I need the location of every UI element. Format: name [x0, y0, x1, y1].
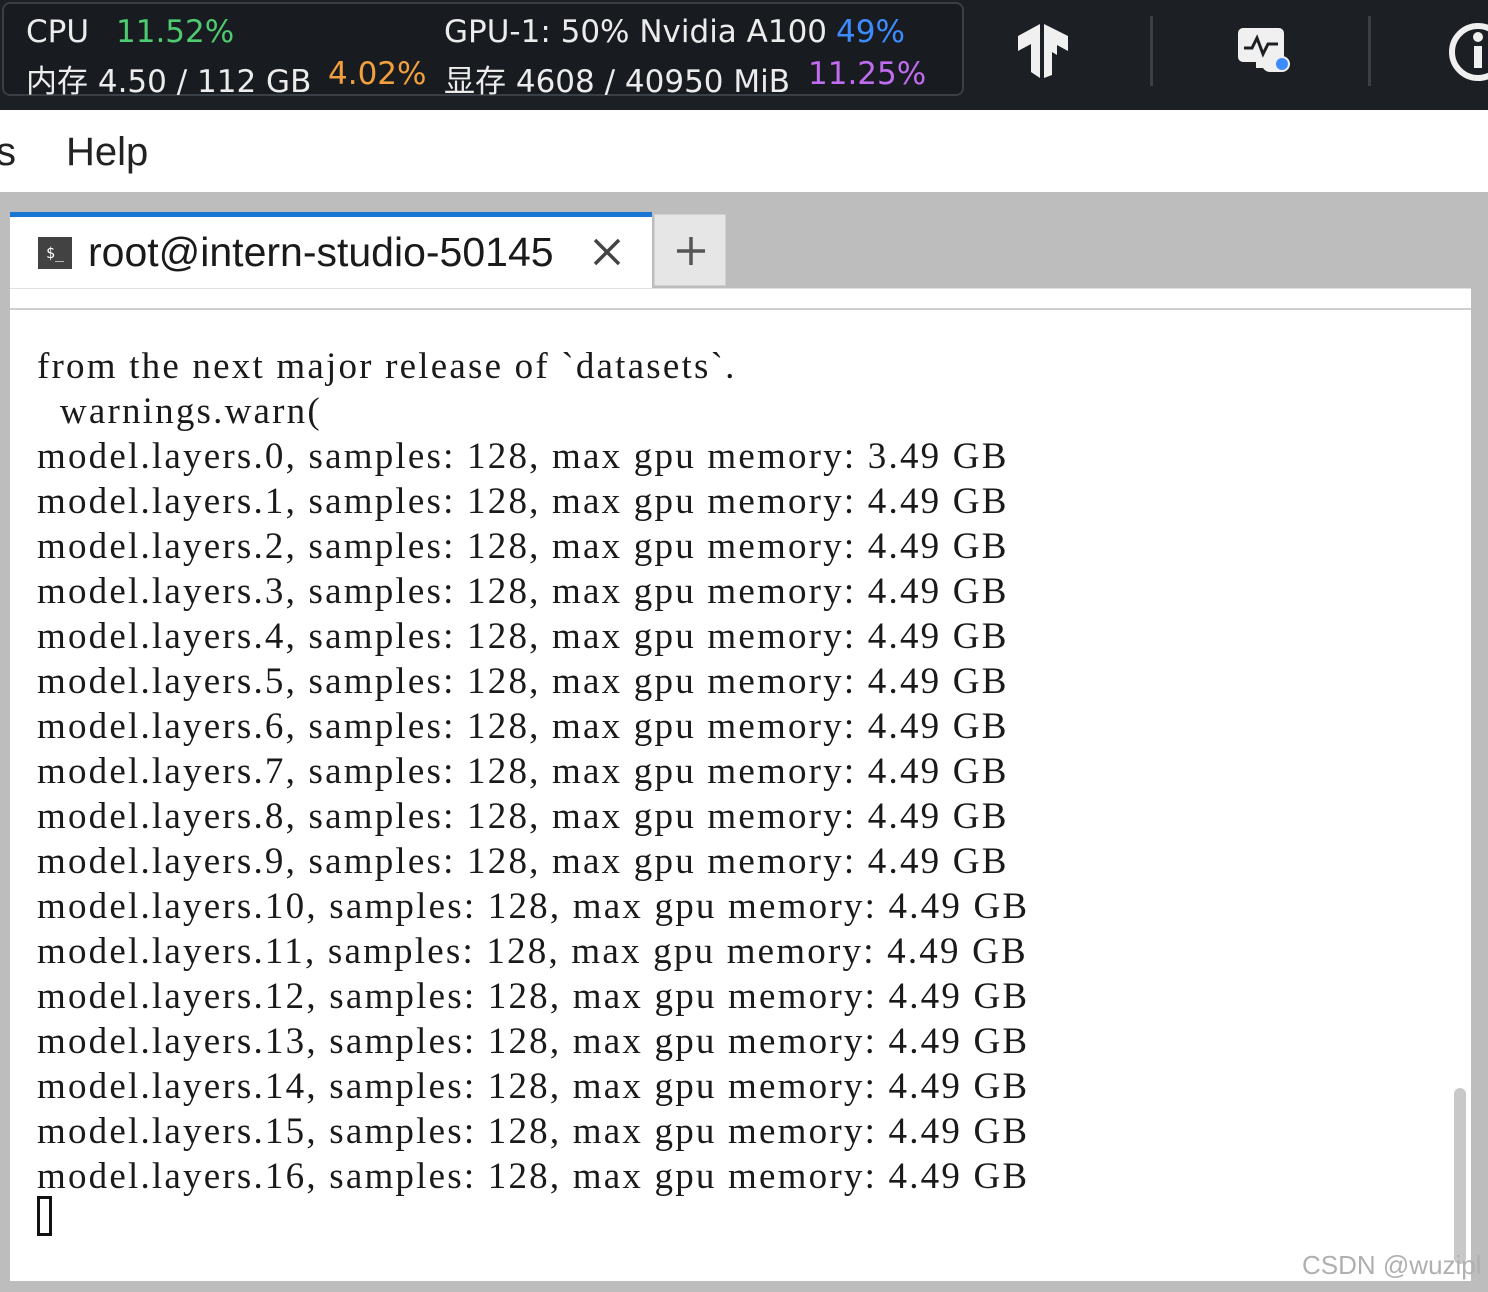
terminal-line: warnings.warn( — [37, 391, 322, 432]
vram-usage: 11.25% — [808, 56, 927, 92]
monitor-settings-icon[interactable] — [1236, 26, 1292, 76]
terminal-line: model.layers.5, samples: 128, max gpu me… — [37, 661, 1009, 702]
terminal-line: model.layers.12, samples: 128, max gpu m… — [37, 976, 1030, 1017]
terminal-cursor — [37, 1196, 52, 1236]
plus-icon — [677, 237, 705, 265]
toolbar-divider — [1368, 16, 1371, 86]
menu-item-truncated[interactable]: s — [0, 130, 16, 175]
terminal-line: model.layers.3, samples: 128, max gpu me… — [37, 571, 1009, 612]
terminal-line: model.layers.8, samples: 128, max gpu me… — [37, 796, 1009, 837]
menu-bar: s Help — [0, 110, 1488, 192]
vram-label: 显存 4608 / 40950 MiB — [444, 64, 790, 100]
terminal-top-divider — [10, 308, 1471, 310]
terminal-line: model.layers.1, samples: 128, max gpu me… — [37, 481, 1009, 522]
terminal-line: model.layers.9, samples: 128, max gpu me… — [37, 841, 1009, 882]
terminal-icon: $_ — [38, 237, 72, 269]
terminal-line: model.layers.14, samples: 128, max gpu m… — [37, 1066, 1030, 1107]
menu-item-help[interactable]: Help — [66, 130, 148, 175]
close-icon[interactable] — [590, 235, 624, 269]
terminal-line: model.layers.2, samples: 128, max gpu me… — [37, 526, 1009, 567]
terminal-line: model.layers.6, samples: 128, max gpu me… — [37, 706, 1009, 747]
gpu-label: GPU-1: 50% Nvidia A100 — [444, 14, 828, 50]
watermark: CSDN @wuzipl — [1302, 1250, 1482, 1280]
memory-usage: 4.02% — [328, 56, 427, 92]
terminal-line: model.layers.10, samples: 128, max gpu m… — [37, 886, 1030, 927]
add-tab-button[interactable] — [654, 214, 726, 286]
terminal-line: model.layers.4, samples: 128, max gpu me… — [37, 616, 1009, 657]
resource-monitor: CPU 11.52% GPU-1: 50% Nvidia A100 49% 内存… — [2, 2, 964, 100]
tensorflow-icon[interactable] — [1014, 22, 1072, 80]
tab-title: root@intern-studio-50145 — [88, 229, 554, 275]
terminal-output: from the next major release of `datasets… — [37, 344, 1029, 1199]
terminal-line: model.layers.15, samples: 128, max gpu m… — [37, 1111, 1030, 1152]
terminal-scrollbar[interactable] — [1454, 1088, 1466, 1264]
terminal-line: model.layers.13, samples: 128, max gpu m… — [37, 1021, 1030, 1062]
terminal-line: model.layers.7, samples: 128, max gpu me… — [37, 751, 1009, 792]
info-icon[interactable] — [1448, 22, 1488, 82]
terminal-line: model.layers.16, samples: 128, max gpu m… — [37, 1156, 1030, 1197]
terminal-line: model.layers.11, samples: 128, max gpu m… — [37, 931, 1028, 972]
gpu-usage: 49% — [836, 14, 905, 50]
cpu-usage: 11.52% — [116, 14, 235, 50]
terminal-line: from the next major release of `datasets… — [37, 346, 737, 387]
resource-monitor-bar: CPU 11.52% GPU-1: 50% Nvidia A100 49% 内存… — [0, 0, 1488, 110]
terminal-line: model.layers.0, samples: 128, max gpu me… — [37, 436, 1009, 477]
toolbar-divider — [1150, 16, 1153, 86]
memory-label: 内存 4.50 / 112 GB — [26, 64, 312, 100]
cpu-label: CPU — [26, 14, 90, 50]
